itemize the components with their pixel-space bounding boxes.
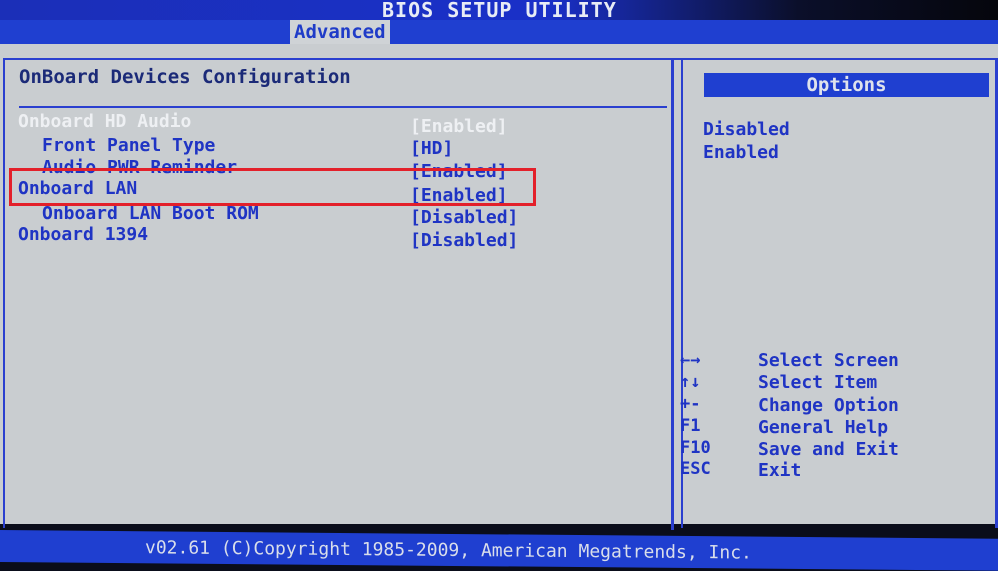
setting-label: Front Panel Type	[42, 135, 216, 156]
plus-minus-icon: +-	[680, 394, 701, 414]
footer-bar: v02.61 (C)Copyright 1985-2009, American …	[0, 530, 998, 571]
help-select-screen: Select Screen	[758, 350, 899, 371]
page-title: OnBoard Devices Configuration	[19, 66, 351, 88]
setting-label: Onboard HD Audio	[18, 111, 192, 132]
left-right-arrows-icon: ←→	[680, 350, 701, 370]
option-disabled[interactable]: Disabled	[703, 119, 790, 140]
help-general-help: General Help	[758, 417, 889, 438]
help-select-item: Select Item	[758, 372, 878, 393]
divider	[19, 106, 667, 108]
setting-value[interactable]: [Enabled]	[410, 116, 508, 137]
panel-divider	[671, 58, 674, 530]
setting-value[interactable]: [HD]	[410, 138, 453, 159]
window-title: BIOS SETUP UTILITY	[382, 0, 617, 22]
options-header: Options	[704, 73, 989, 97]
copyright-text: v02.61 (C)Copyright 1985-2009, American …	[145, 537, 752, 564]
key-f1: F1	[680, 416, 701, 436]
option-enabled[interactable]: Enabled	[703, 142, 779, 163]
help-exit: Exit	[758, 460, 802, 481]
title-bar: BIOS SETUP UTILITY	[0, 0, 998, 22]
setting-value[interactable]: [Disabled]	[410, 230, 518, 251]
help-change-option: Change Option	[758, 395, 899, 416]
help-save-and-exit: Save and Exit	[758, 439, 899, 460]
setting-row-onboard-1394[interactable]: Onboard 1394 [Disabled]	[18, 224, 538, 287]
key-f10: F10	[680, 438, 711, 458]
up-down-arrows-icon: ↑↓	[680, 372, 701, 392]
key-esc: ESC	[680, 459, 711, 479]
tab-bar: Advanced	[0, 20, 998, 44]
tab-advanced[interactable]: Advanced	[290, 20, 390, 44]
setting-label: Onboard LAN Boot ROM	[42, 203, 259, 224]
highlight-box	[9, 168, 536, 206]
setting-label: Onboard 1394	[18, 224, 149, 245]
